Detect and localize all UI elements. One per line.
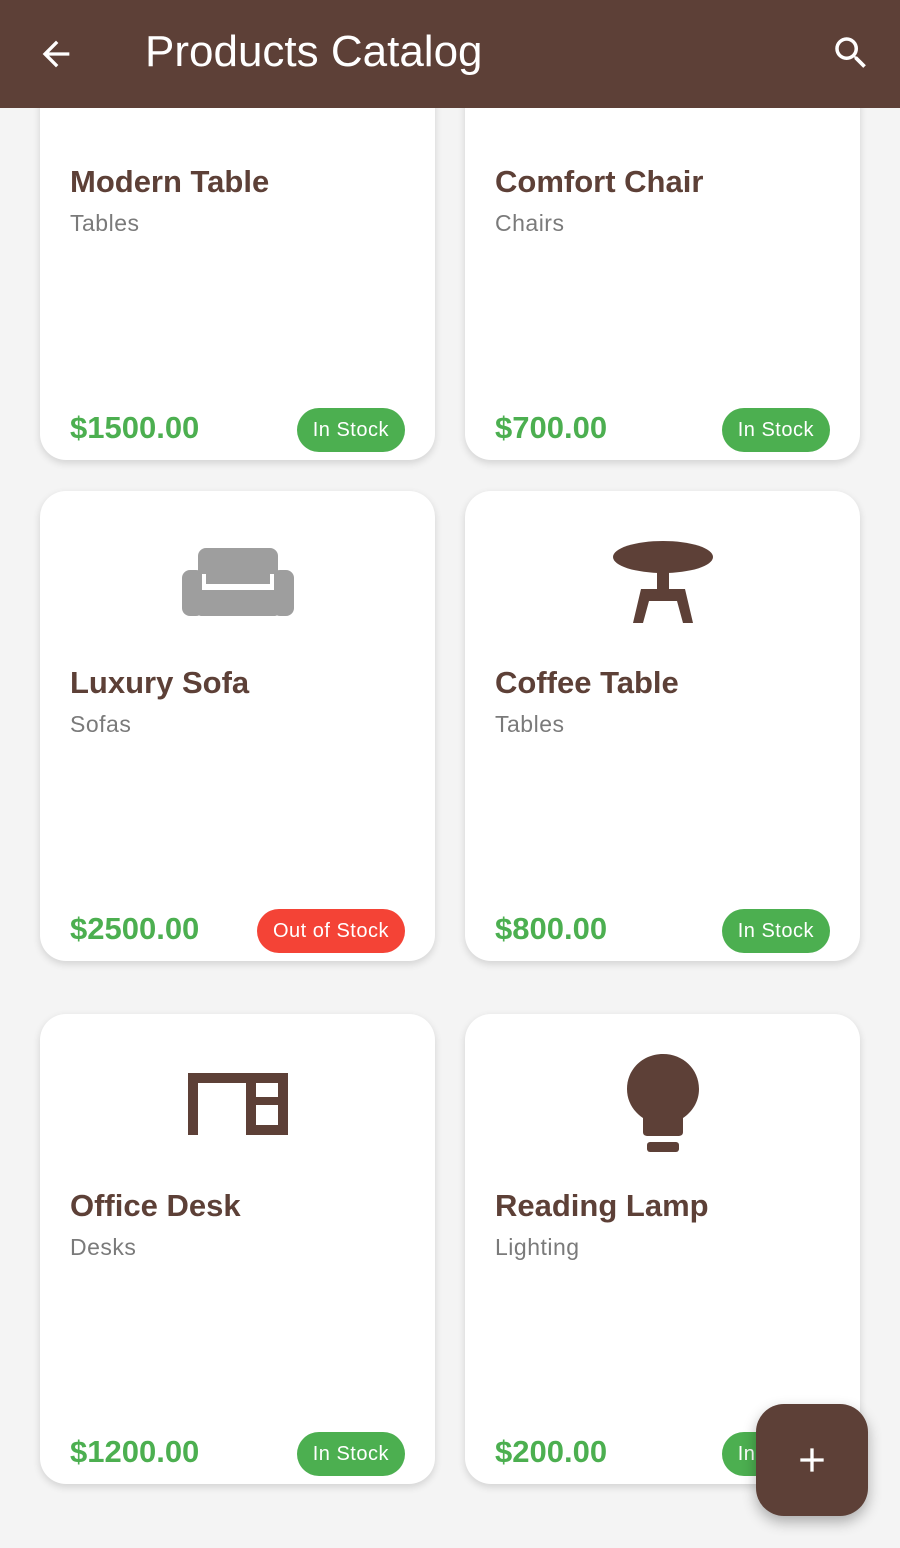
round-table-icon — [612, 541, 713, 623]
product-category: Chairs — [495, 210, 565, 236]
stock-badge: In Stock — [296, 408, 405, 452]
stock-badge: In Stock — [296, 1432, 405, 1476]
product-name: Reading Lamp — [495, 1188, 709, 1223]
product-price: $1500.00 — [70, 410, 200, 445]
product-card[interactable]: Office Desk Desks $1200.00 In Stock — [40, 1014, 435, 1484]
product-price: $200.00 — [495, 1434, 608, 1469]
product-card[interactable]: Luxury Sofa Sofas $2500.00 Out of Stock — [40, 491, 435, 961]
product-category: Desks — [70, 1234, 137, 1260]
product-name: Coffee Table — [495, 665, 679, 700]
page-title: Products Catalog — [145, 27, 483, 76]
add-icon — [800, 1448, 824, 1472]
product-card[interactable]: Modern Table Tables $1500.00 In Stock — [40, 108, 435, 460]
search-button[interactable] — [826, 28, 876, 78]
product-name: Modern Table — [70, 164, 270, 199]
product-category: Sofas — [70, 711, 132, 737]
stock-badge: In Stock — [721, 909, 830, 953]
app-bar: Products Catalog — [0, 0, 900, 108]
sofa-icon — [181, 548, 294, 616]
product-price: $800.00 — [495, 911, 608, 946]
product-card[interactable]: Coffee Table Tables $800.00 In Stock — [465, 491, 860, 961]
stock-badge: In Stock — [721, 408, 830, 452]
lightbulb-icon — [626, 1054, 699, 1152]
product-price: $1200.00 — [70, 1434, 200, 1469]
product-price: $700.00 — [495, 410, 608, 445]
product-category: Tables — [495, 711, 565, 737]
product-grid[interactable]: Modern Table Tables $1500.00 In Stock Co… — [0, 108, 900, 1548]
arrow-back-icon — [42, 40, 70, 68]
product-price: $2500.00 — [70, 911, 200, 946]
add-product-button[interactable] — [756, 1404, 868, 1516]
desk-icon — [187, 1073, 288, 1135]
product-category: Tables — [70, 210, 140, 236]
search-icon — [835, 37, 866, 68]
back-button[interactable] — [32, 32, 80, 76]
stock-badge: Out of Stock — [256, 909, 405, 953]
product-card[interactable]: Comfort Chair Chairs $700.00 In Stock — [465, 108, 860, 460]
product-name: Comfort Chair — [495, 164, 704, 199]
product-name: Office Desk — [70, 1188, 241, 1223]
product-name: Luxury Sofa — [70, 665, 250, 700]
product-category: Lighting — [495, 1234, 580, 1260]
